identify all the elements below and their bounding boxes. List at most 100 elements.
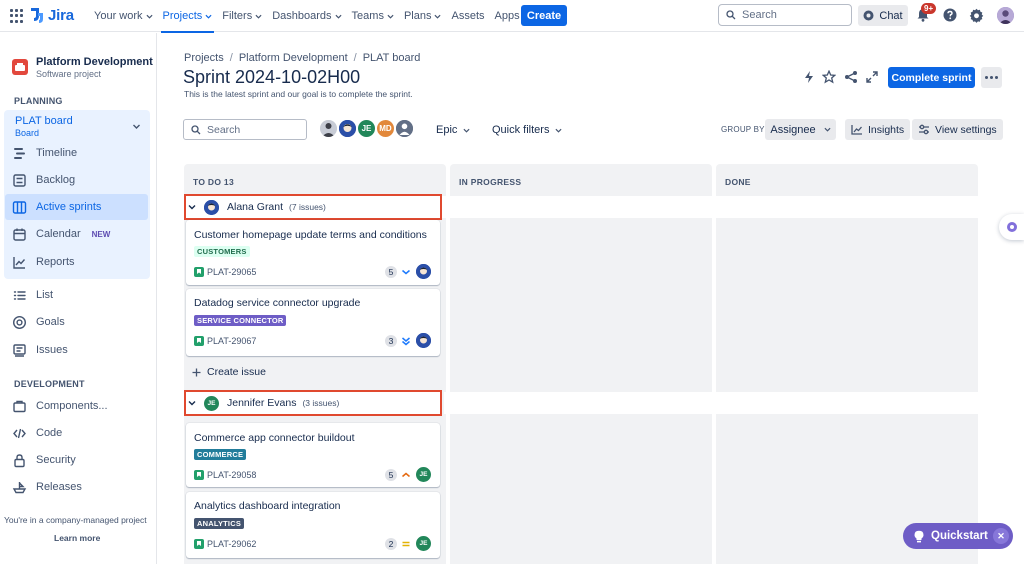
issue-key: PLAT-29058 [207,470,257,480]
close-icon[interactable]: ✕ [993,528,1009,544]
breadcrumb-board[interactable]: PLAT board [363,52,421,64]
create-button[interactable]: Create [521,5,567,26]
sidebar-item-label: List [36,289,54,301]
sidebar-item-reports[interactable]: Reports [12,252,75,272]
global-search-input[interactable]: Search [718,4,852,26]
complete-sprint-button[interactable]: Complete sprint [888,67,975,88]
priority-low-icon [402,269,410,275]
board-column-done: DONE [716,164,978,564]
story-icon [194,267,204,277]
issue-card-plat-29062[interactable]: Analytics dashboard integration ANALYTIC… [186,492,440,558]
star-icon[interactable] [822,70,836,84]
sidebar-item-releases[interactable]: Releases [12,477,82,497]
board-switcher-name[interactable]: PLAT board [15,115,73,127]
card-title: Commerce app connector buildout [194,432,355,444]
company-managed-note: You're in a company-managed project [4,515,147,525]
sidebar-item-issues[interactable]: Issues [12,340,68,360]
nav-dashboards[interactable]: Dashboards [268,0,345,32]
insights-label: Insights [868,123,905,136]
share-icon[interactable] [844,70,858,84]
app-switcher-icon[interactable] [10,9,24,23]
nav-label: Assets [451,10,485,22]
help-icon[interactable] [943,8,957,22]
chevron-down-icon[interactable] [188,203,196,211]
sidebar-item-goals[interactable]: Goals [12,312,65,332]
nav-assets[interactable]: Assets [447,0,488,32]
assignee-avatar [204,199,219,215]
avatar-filter-unassigned[interactable] [394,118,415,139]
nav-teams[interactable]: Teams [348,0,398,32]
sidebar-item-label: Issues [36,344,68,356]
jira-logo[interactable]: Jira [30,7,74,24]
group-by-label: GROUP BY [721,125,765,134]
user-avatar[interactable] [997,7,1014,24]
breadcrumb-projects[interactable]: Projects [184,52,224,64]
view-settings-button[interactable]: View settings [912,119,1003,140]
nav-filters[interactable]: Filters [218,0,266,32]
sidebar-item-calendar[interactable]: Calendar NEW [12,224,110,244]
insights-button[interactable]: Insights [845,119,911,140]
new-badge: NEW [91,229,111,239]
avatar-filter-2[interactable] [337,118,358,139]
sidebar-item-list[interactable]: List [12,285,53,305]
create-issue-label: Create issue [207,366,266,378]
epic-filter-dropdown[interactable]: Epic [436,120,470,140]
swimlane-header-jennifer-evans[interactable]: JE Jennifer Evans (3 issues) [184,390,442,416]
nav-label: Apps [494,10,520,22]
nav-your-work[interactable]: Your work [90,0,157,32]
reports-icon [13,256,26,269]
breadcrumb-project[interactable]: Platform Development [239,52,348,64]
chat-label: Chat [879,9,903,22]
profile-picture [416,264,431,279]
issue-card-plat-29058[interactable]: Commerce app connector buildout COMMERCE… [186,423,440,487]
sidebar-item-active-sprints[interactable]: Active sprints [5,194,148,220]
rovo-helper-button[interactable] [999,214,1024,240]
issue-card-plat-29065[interactable]: Customer homepage update terms and condi… [186,220,440,285]
swimlane-issue-count: (3 issues) [302,398,340,408]
chevron-down-icon [335,14,342,19]
avatar-filter-1[interactable] [318,118,339,139]
issue-card-plat-29067[interactable]: Datadog service connector upgrade SERVIC… [186,289,440,356]
chevron-down-icon[interactable] [188,399,196,407]
nav-projects[interactable]: Projects [159,0,217,33]
create-issue-button[interactable]: Create issue [192,366,266,378]
sidebar-item-label: Reports [36,256,75,268]
more-actions-button[interactable] [981,67,1002,88]
fullscreen-icon[interactable] [865,70,879,84]
chevron-down-icon [463,128,470,133]
story-icon [194,336,204,346]
chat-button[interactable]: Chat [858,5,908,26]
swimlane-header-alana-grant[interactable]: Alana Grant (7 issues) [184,194,442,220]
avatar-filter-md[interactable]: MD [375,118,396,139]
sidebar-item-backlog[interactable]: Backlog [12,170,75,190]
board-search-input[interactable]: Search [183,119,307,140]
sidebar-item-label: Active sprints [36,201,102,213]
sidebar-item-security[interactable]: Security [12,450,76,470]
project-name[interactable]: Platform Development [36,56,153,68]
avatar-filter-je[interactable]: JE [356,118,377,139]
chevron-down-icon[interactable] [132,122,141,131]
chevron-down-icon [387,14,394,19]
project-avatar-icon [12,59,28,75]
automation-lightning-icon[interactable] [802,70,816,84]
quickstart-button[interactable]: Quickstart ✕ [903,523,1013,549]
nav-plans[interactable]: Plans [400,0,446,32]
board-search-placeholder: Search [207,123,241,136]
group-by-value: Assignee [770,123,816,136]
avatar-initials: JE [361,124,372,133]
chevron-down-icon [255,14,262,19]
sidebar-item-timeline[interactable]: Timeline [12,143,77,163]
priority-medium-icon [402,541,410,547]
list-icon [13,290,26,300]
learn-more-link[interactable]: Learn more [54,533,100,543]
quick-filters-dropdown[interactable]: Quick filters [492,120,562,140]
story-points: 3 [385,335,397,347]
breadcrumb: Projects / Platform Development / PLAT b… [184,52,420,64]
sidebar-item-code[interactable]: Code [12,423,62,443]
quick-filters-label: Quick filters [492,124,550,136]
group-by-select[interactable]: Assignee [765,119,836,140]
settings-gear-icon[interactable] [969,8,984,23]
epic-label: SERVICE CONNECTOR [194,315,287,326]
sidebar-item-components[interactable]: Components... [12,396,108,416]
chevron-down-icon [434,14,442,19]
